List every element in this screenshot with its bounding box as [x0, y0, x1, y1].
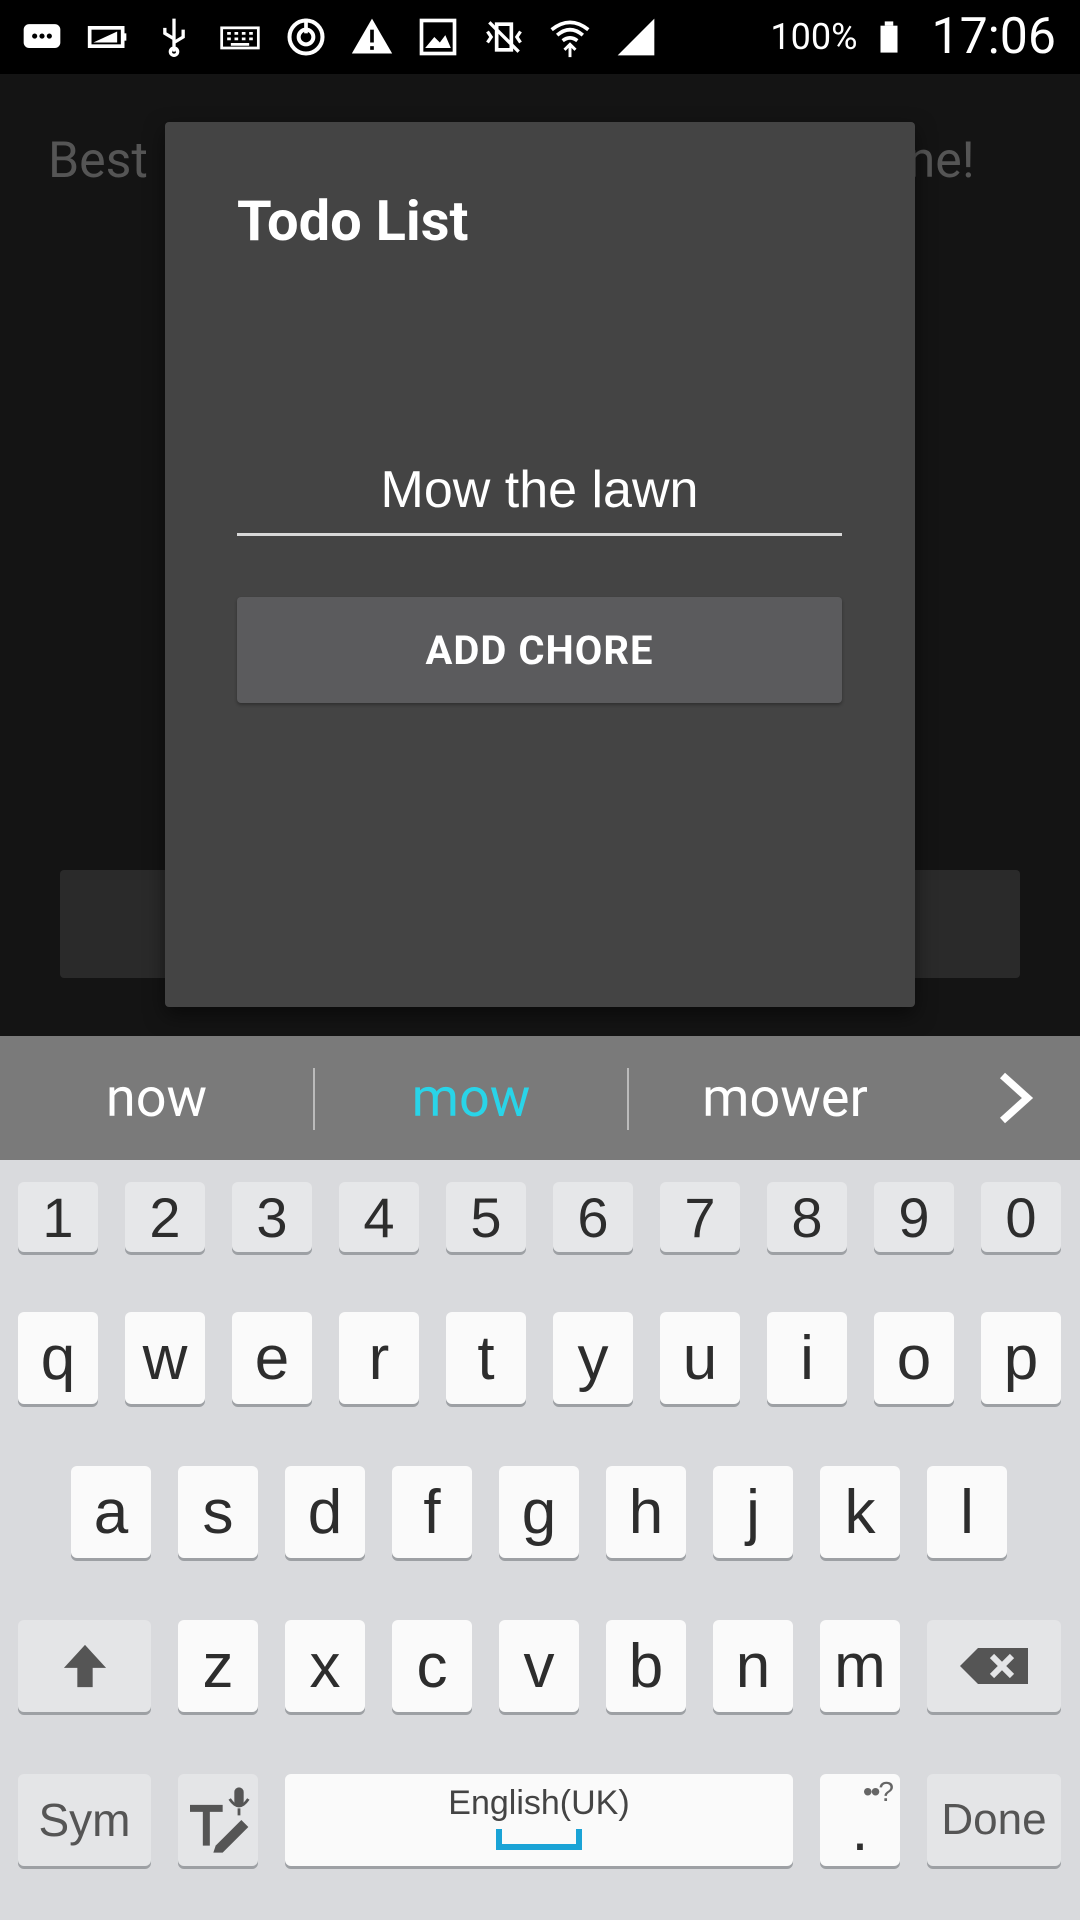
image-icon — [416, 15, 460, 59]
key-k[interactable]: k — [820, 1466, 900, 1558]
space-language-label: English(UK) — [448, 1784, 630, 1822]
signal-icon — [614, 15, 658, 59]
key-m[interactable]: m — [820, 1620, 900, 1712]
chore-name-underline — [237, 533, 842, 536]
key-8[interactable]: 8 — [767, 1182, 847, 1252]
chore-name-field[interactable] — [237, 444, 842, 536]
key-6[interactable]: 6 — [553, 1182, 633, 1252]
key-4[interactable]: 4 — [339, 1182, 419, 1252]
suggestion-bar: now mow mower — [0, 1036, 1080, 1160]
key-j[interactable]: j — [713, 1466, 793, 1558]
status-icons — [20, 10, 658, 64]
period-key[interactable]: ••? . — [820, 1774, 900, 1866]
shift-arrow-icon — [63, 1644, 106, 1688]
shift-key[interactable] — [18, 1620, 151, 1712]
status-bar: 100% 17:06 — [0, 0, 1080, 74]
sym-key[interactable]: Sym — [18, 1774, 151, 1866]
battery-icon — [867, 15, 911, 59]
handwriting-mic-icon — [190, 1787, 250, 1853]
key-l[interactable]: l — [927, 1466, 1007, 1558]
usb-icon — [152, 15, 196, 59]
key-g[interactable]: g — [499, 1466, 579, 1558]
key-x[interactable]: x — [285, 1620, 365, 1712]
key-o[interactable]: o — [874, 1312, 954, 1404]
battery-outline-icon — [86, 15, 130, 59]
key-0[interactable]: 0 — [981, 1182, 1061, 1252]
space-key[interactable]: English(UK) — [285, 1774, 793, 1866]
suggestion-3[interactable]: mower — [629, 1036, 941, 1160]
vibrate-icon — [482, 15, 526, 59]
chevron-right-icon[interactable] — [990, 1068, 1040, 1128]
key-z[interactable]: z — [178, 1620, 258, 1712]
key-a[interactable]: a — [71, 1466, 151, 1558]
key-n[interactable]: n — [713, 1620, 793, 1712]
message-icon — [20, 15, 64, 59]
key-s[interactable]: s — [178, 1466, 258, 1558]
key-1[interactable]: 1 — [18, 1182, 98, 1252]
key-p[interactable]: p — [981, 1312, 1061, 1404]
add-chore-button[interactable]: ADD CHORE — [237, 597, 842, 703]
space-bar-icon — [496, 1829, 582, 1850]
key-d[interactable]: d — [285, 1466, 365, 1558]
wifi-icon — [548, 15, 592, 59]
background-title-right: ne! — [907, 132, 975, 190]
key-i[interactable]: i — [767, 1312, 847, 1404]
key-b[interactable]: b — [606, 1620, 686, 1712]
background-title-left: Best — [48, 132, 148, 190]
key-w[interactable]: w — [125, 1312, 205, 1404]
keyboard: 1 2 3 4 5 6 7 8 9 0 q w e r t y u i o p … — [0, 1160, 1080, 1920]
key-5[interactable]: 5 — [446, 1182, 526, 1252]
key-u[interactable]: u — [660, 1312, 740, 1404]
key-q[interactable]: q — [18, 1312, 98, 1404]
key-c[interactable]: c — [392, 1620, 472, 1712]
key-t[interactable]: t — [446, 1312, 526, 1404]
key-2[interactable]: 2 — [125, 1182, 205, 1252]
clock: 17:06 — [931, 8, 1056, 66]
key-7[interactable]: 7 — [660, 1182, 740, 1252]
key-h[interactable]: h — [606, 1466, 686, 1558]
key-9[interactable]: 9 — [874, 1182, 954, 1252]
backspace-key[interactable] — [927, 1620, 1061, 1712]
done-key[interactable]: Done — [927, 1774, 1061, 1866]
key-v[interactable]: v — [499, 1620, 579, 1712]
sync-icon — [284, 15, 328, 59]
todo-dialog: Todo List ADD CHORE — [165, 122, 915, 1007]
battery-percent: 100% — [770, 16, 858, 58]
warning-icon — [350, 15, 394, 59]
dialog-title: Todo List — [237, 188, 469, 254]
keyboard-icon — [218, 15, 262, 59]
chore-name-input[interactable] — [237, 444, 842, 536]
key-3[interactable]: 3 — [232, 1182, 312, 1252]
suggestion-1[interactable]: now — [0, 1036, 313, 1160]
suggestion-2[interactable]: mow — [315, 1036, 627, 1160]
key-y[interactable]: y — [553, 1312, 633, 1404]
backspace-icon — [960, 1648, 1028, 1684]
key-r[interactable]: r — [339, 1312, 419, 1404]
key-e[interactable]: e — [232, 1312, 312, 1404]
period-key-hint: ••? — [862, 1776, 894, 1807]
handwriting-key[interactable] — [178, 1774, 258, 1866]
key-f[interactable]: f — [392, 1466, 472, 1558]
